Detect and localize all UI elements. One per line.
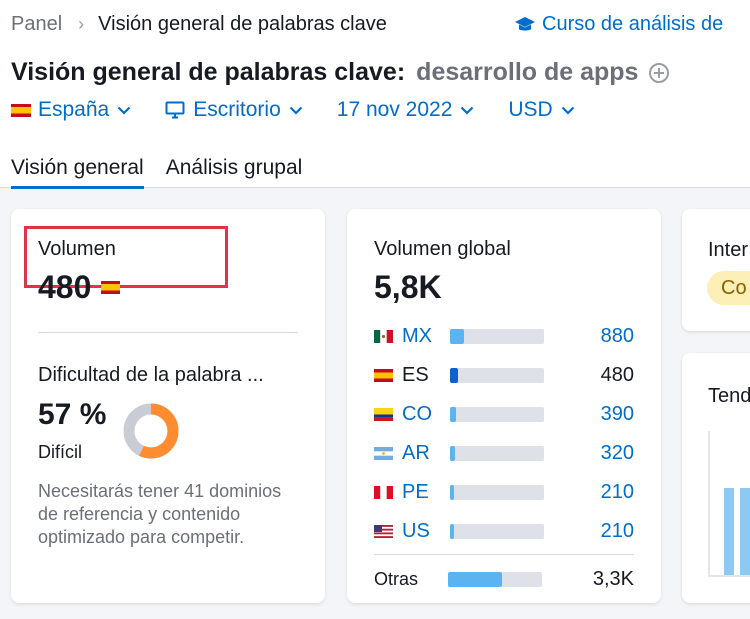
- country-code[interactable]: PE: [402, 481, 450, 504]
- country-bar-fill: [450, 445, 456, 461]
- device-selector-label: Escritorio: [193, 98, 281, 121]
- tabs: Visión general Análisis grupal: [11, 156, 324, 189]
- course-link[interactable]: Curso de análisis de: [514, 13, 723, 36]
- add-circle-icon[interactable]: [648, 62, 670, 84]
- spain-flag-icon: [374, 368, 393, 382]
- filters-bar: España Escritorio 17 nov 2022 USD: [11, 98, 609, 122]
- intent-label: Inter: [708, 239, 749, 261]
- kd-label[interactable]: Dificultad de la palabra ...: [38, 364, 264, 387]
- country-bar: [450, 445, 544, 461]
- country-code: ES: [402, 363, 429, 386]
- breadcrumb-panel-link[interactable]: Panel: [11, 13, 62, 36]
- divider: [38, 332, 298, 333]
- country-volume[interactable]: 210: [601, 481, 634, 504]
- country-code[interactable]: US: [402, 520, 450, 543]
- chevron-down-icon: [561, 106, 574, 115]
- desktop-icon: [165, 101, 185, 119]
- mexico-flag-icon: [374, 329, 393, 343]
- country-bar-fill: [450, 523, 454, 539]
- global-volume-card: Volumen global 5,8K MX 880 ES 480 CO 390…: [347, 209, 661, 603]
- header: Panel › Visión general de palabras clave…: [0, 0, 750, 189]
- others-volume: 3,3K: [592, 567, 634, 590]
- others-label: Otras: [374, 568, 419, 589]
- country-selector[interactable]: España: [11, 98, 131, 122]
- chevron-down-icon: [117, 106, 131, 115]
- country-row-co[interactable]: CO 390: [374, 402, 634, 426]
- date-selector[interactable]: 17 nov 2022: [337, 98, 475, 122]
- usa-flag-icon: [374, 524, 393, 538]
- country-bar-fill: [450, 367, 458, 383]
- page-title-main: Visión general de palabras clave:: [11, 58, 406, 86]
- kd-donut-chart: [123, 403, 179, 459]
- country-volume[interactable]: 390: [601, 403, 634, 426]
- country-bar: [450, 484, 544, 500]
- spain-flag-icon: [11, 103, 31, 117]
- page-title: Visión general de palabras clave: desarr…: [11, 58, 670, 87]
- country-bar: [450, 328, 544, 344]
- country-code[interactable]: AR: [402, 442, 450, 465]
- country-selector-label: España: [38, 98, 110, 121]
- country-row-ar[interactable]: AR 320: [374, 441, 634, 465]
- country-bar-fill: [450, 328, 465, 344]
- kd-level: Difícil: [38, 442, 82, 462]
- country-code[interactable]: CO: [402, 403, 450, 426]
- graduation-cap-icon: [515, 16, 535, 30]
- others-row: Otras 3,3K: [374, 567, 634, 591]
- country-volume: 480: [600, 363, 634, 386]
- course-link-label: Curso de análisis de: [542, 13, 724, 35]
- volume-card: Volumen 480 Dificultad de la palabra ...…: [11, 209, 325, 603]
- country-volume[interactable]: 880: [601, 325, 634, 348]
- trend-axis: [708, 431, 710, 577]
- chevron-right-icon: ›: [78, 14, 85, 34]
- global-volume-label: Volumen global: [374, 238, 511, 260]
- country-volume[interactable]: 210: [601, 520, 634, 543]
- chevron-down-icon: [289, 106, 303, 115]
- country-bar-fill: [450, 406, 457, 422]
- others-bar-fill: [448, 571, 502, 587]
- currency-selector[interactable]: USD: [508, 98, 574, 122]
- trend-bar: [724, 488, 734, 575]
- tab-analisis-grupal[interactable]: Análisis grupal: [166, 156, 303, 189]
- colombia-flag-icon: [374, 407, 393, 421]
- date-selector-label: 17 nov 2022: [336, 98, 453, 121]
- volume-value-text: 480: [38, 269, 92, 305]
- peru-flag-icon: [374, 485, 393, 499]
- kd-percent: 57 %: [38, 398, 107, 431]
- spain-flag-icon: [101, 281, 121, 294]
- divider: [374, 554, 634, 555]
- currency-selector-label: USD: [508, 98, 553, 121]
- country-volume[interactable]: 320: [601, 442, 634, 465]
- trend-card: Tend: [682, 353, 750, 603]
- country-bar: [450, 406, 544, 422]
- trend-baseline: [708, 575, 750, 577]
- country-bar: [450, 367, 544, 383]
- country-row-es: ES 480: [374, 363, 634, 387]
- chevron-down-icon: [461, 106, 474, 115]
- country-code[interactable]: MX: [402, 325, 450, 348]
- volume-label: Volumen: [38, 238, 116, 260]
- breadcrumb: Panel › Visión general de palabras clave: [11, 13, 387, 36]
- trend-bar: [740, 488, 750, 575]
- country-row-us[interactable]: US 210: [374, 519, 634, 543]
- trend-label: Tend: [708, 385, 750, 407]
- global-volume-value: 5,8K: [374, 269, 442, 305]
- kd-description: Necesitarás tener 41 dominios de referen…: [38, 481, 282, 547]
- country-row-mx[interactable]: MX 880: [374, 324, 634, 348]
- intent-badge[interactable]: Co: [707, 271, 750, 305]
- others-bar: [448, 571, 542, 587]
- country-row-pe[interactable]: PE 210: [374, 480, 634, 504]
- country-bar: [450, 523, 544, 539]
- breadcrumb-current: Visión general de palabras clave: [98, 13, 387, 35]
- volume-value: 480: [38, 269, 121, 306]
- country-bar-fill: [450, 484, 454, 500]
- page-title-keyword: desarrollo de apps: [416, 58, 639, 86]
- tab-vision-general[interactable]: Visión general: [11, 156, 144, 189]
- device-selector[interactable]: Escritorio: [165, 98, 303, 122]
- argentina-flag-icon: [374, 446, 393, 460]
- intent-card: Inter Co: [682, 209, 750, 331]
